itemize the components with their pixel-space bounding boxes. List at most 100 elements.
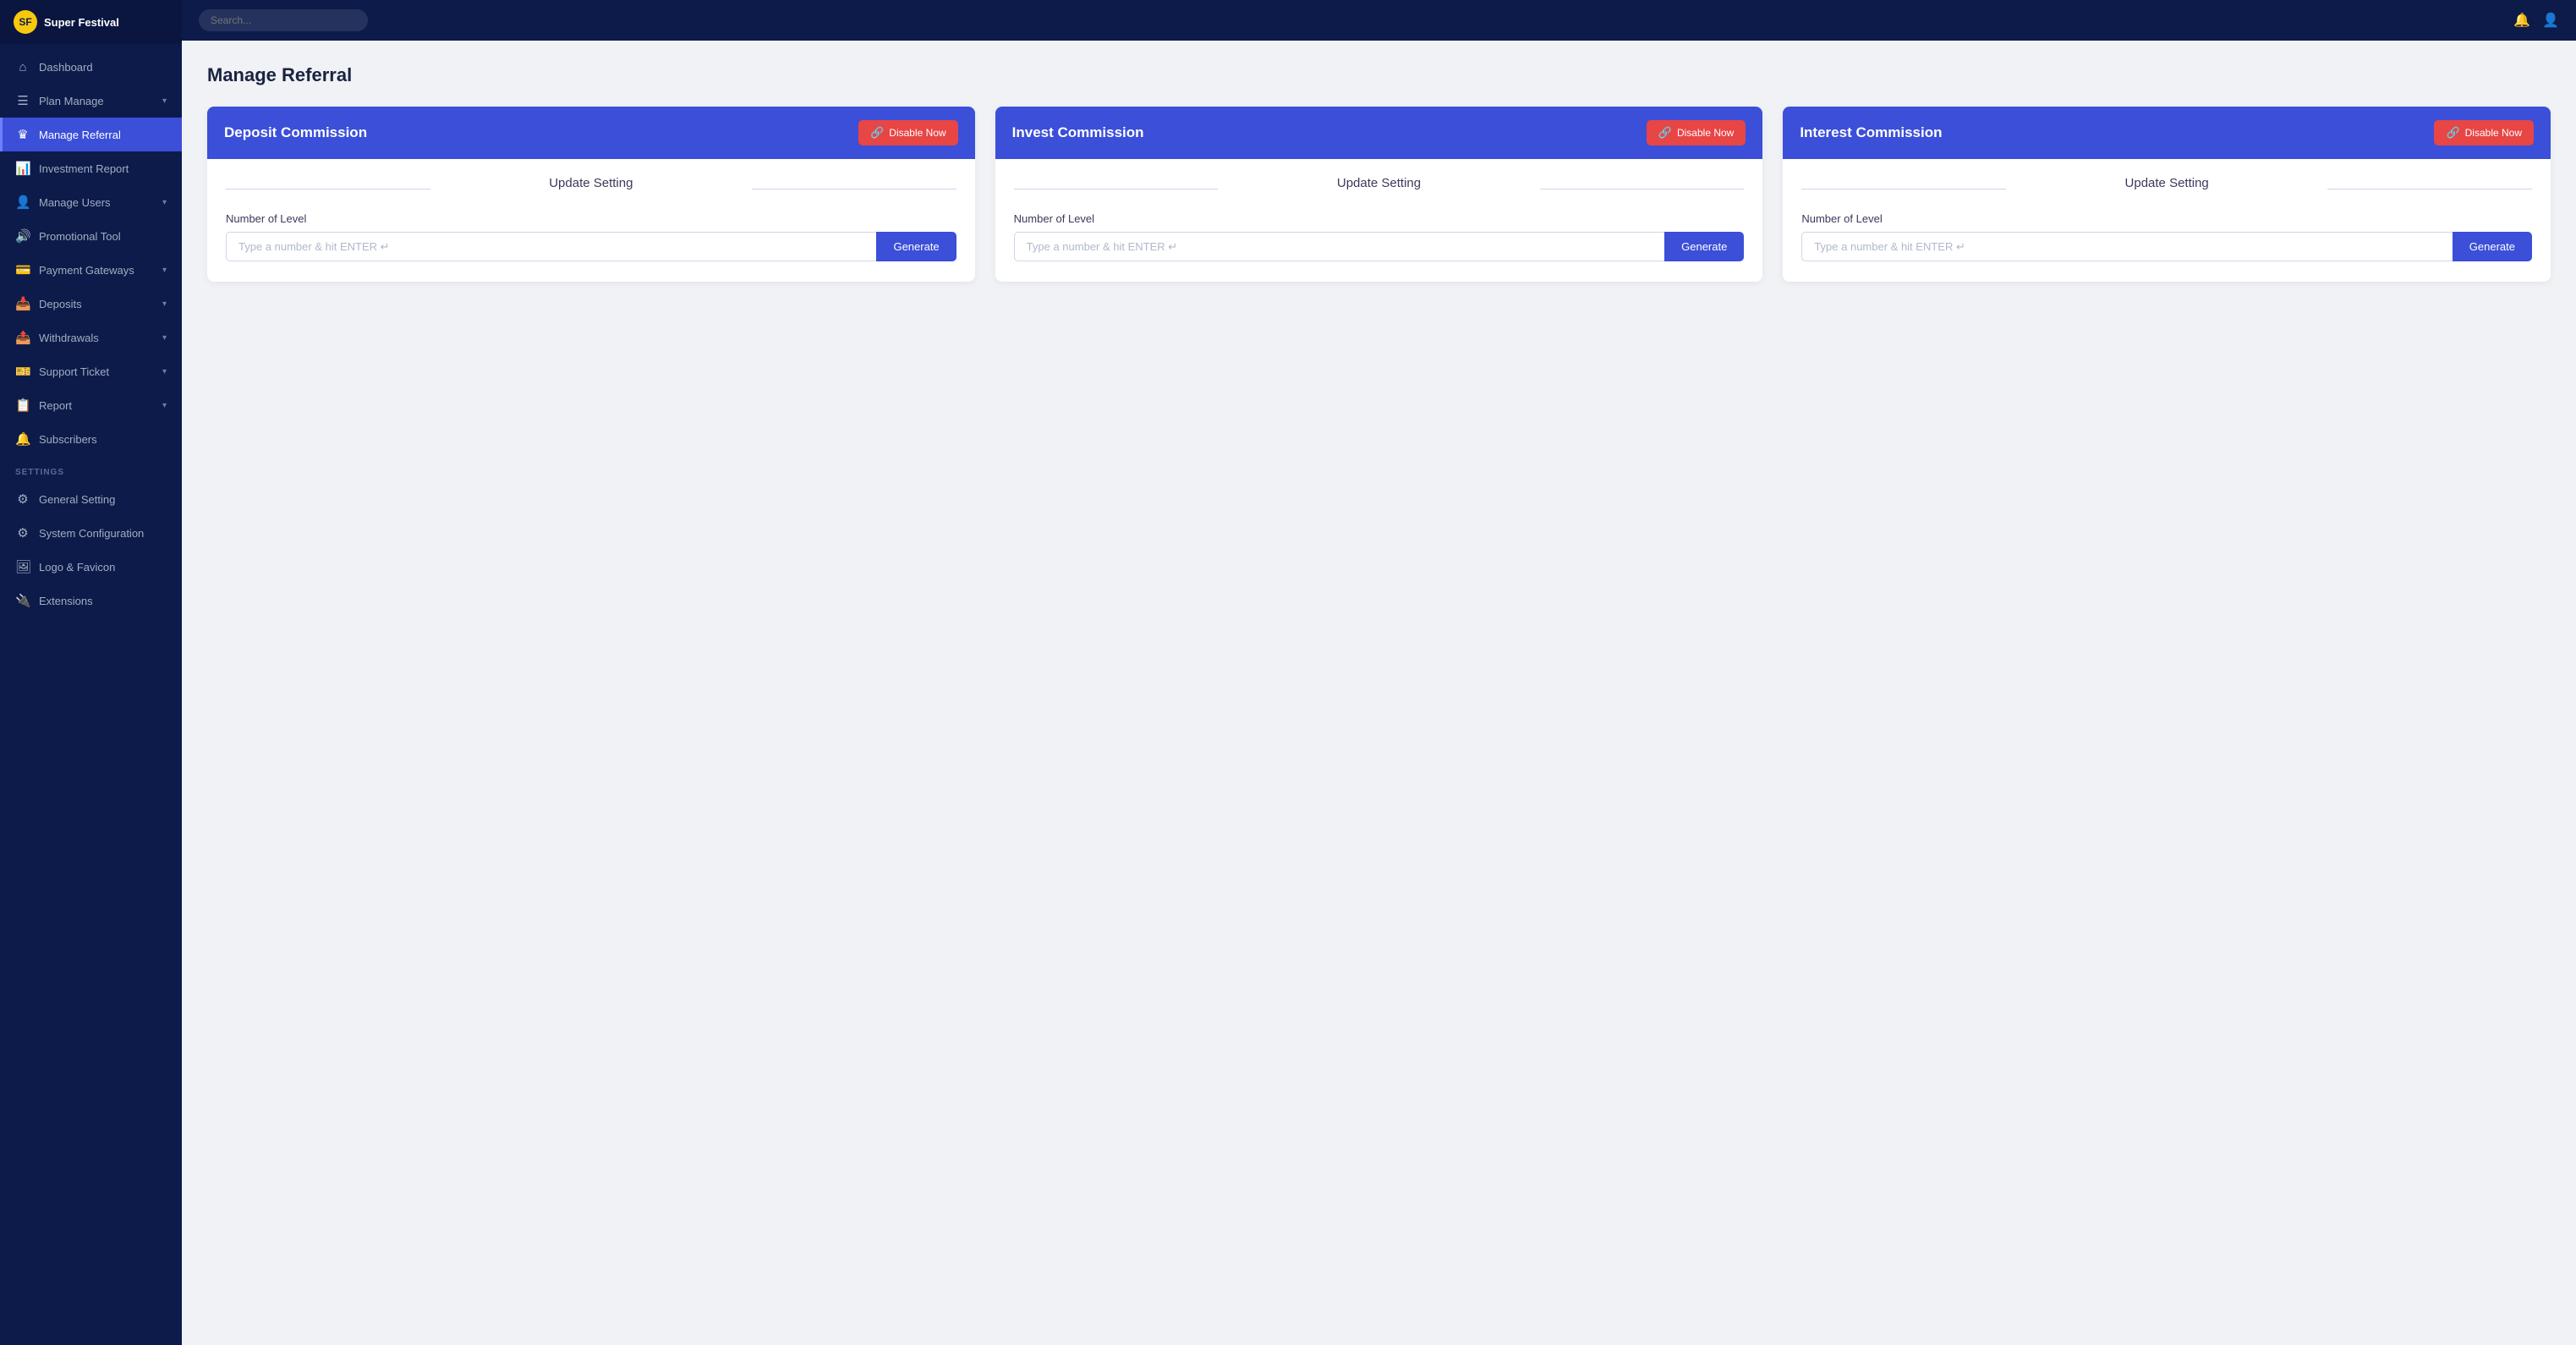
chevron-report: ▾ <box>162 401 167 410</box>
nav-label-manage-referral: Manage Referral <box>39 129 167 141</box>
user-icon[interactable]: 👤 <box>2542 12 2559 29</box>
sidebar-item-subscribers[interactable]: 🔔 Subscribers <box>0 422 182 456</box>
sidebar-item-manage-users[interactable]: 👤 Manage Users ▾ <box>0 185 182 219</box>
nav-label-support-ticket: Support Ticket <box>39 365 154 378</box>
nav-icon-extensions: 🔌 <box>15 593 30 608</box>
field-label-invest-commission: Number of Level <box>1014 212 1745 225</box>
sidebar-item-payment-gateways[interactable]: 💳 Payment Gateways ▾ <box>0 253 182 287</box>
sidebar-item-dashboard[interactable]: ⌂ Dashboard <box>0 51 182 84</box>
sidebar-item-logo-favicon[interactable]: 🖼 Logo & Favicon <box>0 550 182 584</box>
generate-btn-invest-commission[interactable]: Generate <box>1664 232 1744 261</box>
sidebar-logo: SF Super Festival <box>0 0 182 44</box>
field-label-deposit-commission: Number of Level <box>226 212 956 225</box>
nav-label-promotional-tool: Promotional Tool <box>39 230 167 243</box>
input-row-interest-commission: Generate <box>1801 232 2532 261</box>
nav-label-dashboard: Dashboard <box>39 61 167 74</box>
nav-label-system-configuration: System Configuration <box>39 527 167 540</box>
nav-label-logo-favicon: Logo & Favicon <box>39 561 167 574</box>
nav-icon-dashboard: ⌂ <box>15 60 30 74</box>
field-label-interest-commission: Number of Level <box>1801 212 2532 225</box>
sidebar-item-plan-manage[interactable]: ☰ Plan Manage ▾ <box>0 84 182 118</box>
sidebar-nav: ⌂ Dashboard ☰ Plan Manage ▾ ♛ Manage Ref… <box>0 44 182 1345</box>
chevron-support-ticket: ▾ <box>162 367 167 376</box>
nav-icon-promotional-tool: 🔊 <box>15 228 30 244</box>
nav-icon-withdrawals: 📤 <box>15 330 30 345</box>
nav-label-plan-manage: Plan Manage <box>39 95 154 107</box>
chevron-plan-manage: ▾ <box>162 96 167 106</box>
link-icon-deposit-commission: 🔗 <box>870 126 884 140</box>
sidebar-item-withdrawals[interactable]: 📤 Withdrawals ▾ <box>0 321 182 354</box>
nav-label-report: Report <box>39 399 154 412</box>
cards-grid: Deposit Commission 🔗 Disable Now Update … <box>207 107 2551 282</box>
nav-icon-subscribers: 🔔 <box>15 431 30 447</box>
chevron-deposits: ▾ <box>162 299 167 309</box>
generate-btn-interest-commission[interactable]: Generate <box>2453 232 2532 261</box>
nav-icon-payment-gateways: 💳 <box>15 262 30 277</box>
topbar-right: 🔔 👤 <box>2513 12 2559 29</box>
sidebar-item-deposits[interactable]: 📥 Deposits ▾ <box>0 287 182 321</box>
generate-btn-deposit-commission[interactable]: Generate <box>876 232 956 261</box>
input-row-invest-commission: Generate <box>1014 232 1745 261</box>
number-input-interest-commission[interactable] <box>1801 232 2452 261</box>
sidebar-item-promotional-tool[interactable]: 🔊 Promotional Tool <box>0 219 182 253</box>
chevron-manage-users: ▾ <box>162 198 167 207</box>
main-content: 🔔 👤 Manage Referral Deposit Commission 🔗… <box>182 0 2576 1345</box>
chevron-payment-gateways: ▾ <box>162 266 167 275</box>
nav-icon-plan-manage: ☰ <box>15 93 30 108</box>
disable-btn-deposit-commission[interactable]: 🔗 Disable Now <box>858 120 958 145</box>
nav-icon-system-configuration: ⚙ <box>15 525 30 541</box>
topbar-left <box>199 9 368 31</box>
nav-label-withdrawals: Withdrawals <box>39 332 154 344</box>
card-header-deposit-commission: Deposit Commission 🔗 Disable Now <box>207 107 975 159</box>
content-area: Manage Referral Deposit Commission 🔗 Dis… <box>182 41 2576 1345</box>
sidebar-item-manage-referral[interactable]: ♛ Manage Referral <box>0 118 182 151</box>
sidebar-item-support-ticket[interactable]: 🎫 Support Ticket ▾ <box>0 354 182 388</box>
card-body-invest-commission: Update Setting Number of Level Generate <box>995 159 1763 282</box>
nav-label-extensions: Extensions <box>39 595 167 607</box>
nav-icon-general-setting: ⚙ <box>15 491 30 507</box>
card-deposit-commission: Deposit Commission 🔗 Disable Now Update … <box>207 107 975 282</box>
nav-label-subscribers: Subscribers <box>39 433 167 446</box>
update-setting-label-invest-commission: Update Setting <box>1014 176 1745 200</box>
nav-icon-report: 📋 <box>15 398 30 413</box>
logo-icon: SF <box>14 10 37 34</box>
page-title: Manage Referral <box>207 64 2551 86</box>
nav-icon-manage-referral: ♛ <box>15 127 30 142</box>
nav-icon-manage-users: 👤 <box>15 195 30 210</box>
logo-text: Super Festival <box>44 16 119 29</box>
nav-label-general-setting: General Setting <box>39 493 167 506</box>
card-body-interest-commission: Update Setting Number of Level Generate <box>1783 159 2551 282</box>
bell-icon[interactable]: 🔔 <box>2513 12 2530 29</box>
sidebar-item-report[interactable]: 📋 Report ▾ <box>0 388 182 422</box>
sidebar-item-extensions[interactable]: 🔌 Extensions <box>0 584 182 618</box>
sidebar-item-system-configuration[interactable]: ⚙ System Configuration <box>0 516 182 550</box>
input-row-deposit-commission: Generate <box>226 232 956 261</box>
nav-label-deposits: Deposits <box>39 298 154 310</box>
update-setting-label-interest-commission: Update Setting <box>1801 176 2532 200</box>
sidebar-item-general-setting[interactable]: ⚙ General Setting <box>0 482 182 516</box>
chevron-withdrawals: ▾ <box>162 333 167 343</box>
settings-section-label: SETTINGS <box>0 456 182 482</box>
nav-icon-deposits: 📥 <box>15 296 30 311</box>
nav-label-payment-gateways: Payment Gateways <box>39 264 154 277</box>
card-header-interest-commission: Interest Commission 🔗 Disable Now <box>1783 107 2551 159</box>
disable-btn-invest-commission[interactable]: 🔗 Disable Now <box>1647 120 1746 145</box>
nav-icon-logo-favicon: 🖼 <box>15 559 30 574</box>
number-input-invest-commission[interactable] <box>1014 232 1664 261</box>
nav-icon-investment-report: 📊 <box>15 161 30 176</box>
disable-btn-interest-commission[interactable]: 🔗 Disable Now <box>2434 120 2534 145</box>
sidebar-item-investment-report[interactable]: 📊 Investment Report <box>0 151 182 185</box>
nav-icon-support-ticket: 🎫 <box>15 364 30 379</box>
card-title-deposit-commission: Deposit Commission <box>224 124 367 141</box>
card-interest-commission: Interest Commission 🔗 Disable Now Update… <box>1783 107 2551 282</box>
search-input[interactable] <box>199 9 368 31</box>
topbar: 🔔 👤 <box>182 0 2576 41</box>
link-icon-invest-commission: 🔗 <box>1658 126 1672 140</box>
nav-label-manage-users: Manage Users <box>39 196 154 209</box>
link-icon-interest-commission: 🔗 <box>2446 126 2459 140</box>
card-body-deposit-commission: Update Setting Number of Level Generate <box>207 159 975 282</box>
sidebar: SF Super Festival ⌂ Dashboard ☰ Plan Man… <box>0 0 182 1345</box>
card-invest-commission: Invest Commission 🔗 Disable Now Update S… <box>995 107 1763 282</box>
number-input-deposit-commission[interactable] <box>226 232 876 261</box>
card-header-invest-commission: Invest Commission 🔗 Disable Now <box>995 107 1763 159</box>
